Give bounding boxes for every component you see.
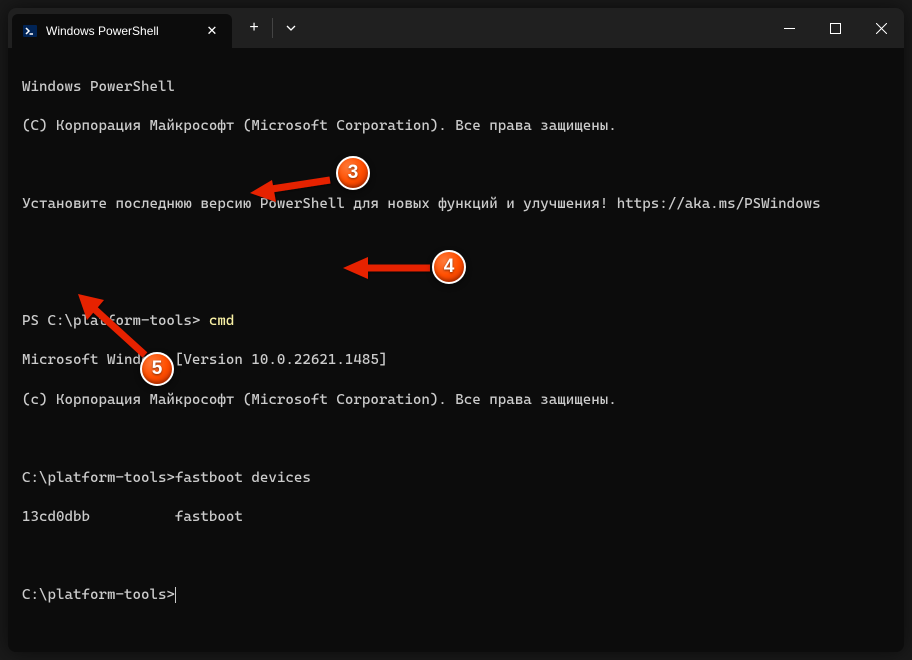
tab-title: Windows PowerShell xyxy=(46,24,194,38)
tab-powershell[interactable]: Windows PowerShell ✕ xyxy=(12,14,232,48)
output-line: 13cd0dbb fastboot xyxy=(22,508,890,528)
titlebar: Windows PowerShell ✕ + xyxy=(8,8,904,48)
prompt-line: C:\platform-tools>fastboot devices xyxy=(22,469,890,489)
output-line: Установите последнюю версию PowerShell д… xyxy=(22,195,890,215)
maximize-button[interactable] xyxy=(812,8,858,48)
command-text: cmd xyxy=(209,313,235,329)
output-line xyxy=(22,273,890,293)
terminal-content[interactable]: Windows PowerShell (C) Корпорация Майкро… xyxy=(8,48,904,652)
new-tab-button[interactable]: + xyxy=(238,12,270,44)
close-button[interactable] xyxy=(858,8,904,48)
chevron-down-icon xyxy=(286,25,296,31)
minimize-button[interactable] xyxy=(766,8,812,48)
terminal-window: Windows PowerShell ✕ + Windows PowerShel… xyxy=(8,8,904,652)
output-line: (C) Корпорация Майкрософт (Microsoft Cor… xyxy=(22,117,890,137)
output-line xyxy=(22,156,890,176)
powershell-icon xyxy=(22,23,38,39)
prompt-line: C:\platform-tools> xyxy=(22,586,890,606)
output-line: Microsoft Windows [Version 10.0.22621.14… xyxy=(22,351,890,371)
divider xyxy=(272,18,273,38)
tab-dropdown-button[interactable] xyxy=(275,12,307,44)
cursor xyxy=(175,587,176,603)
tab-close-button[interactable]: ✕ xyxy=(202,21,222,41)
prompt-line: PS C:\platform-tools> cmd xyxy=(22,312,890,332)
output-line xyxy=(22,430,890,450)
output-line: Windows PowerShell xyxy=(22,78,890,98)
output-line xyxy=(22,234,890,254)
output-line xyxy=(22,547,890,567)
output-line: (c) Корпорация Майкрософт (Microsoft Cor… xyxy=(22,391,890,411)
window-controls xyxy=(766,8,904,48)
